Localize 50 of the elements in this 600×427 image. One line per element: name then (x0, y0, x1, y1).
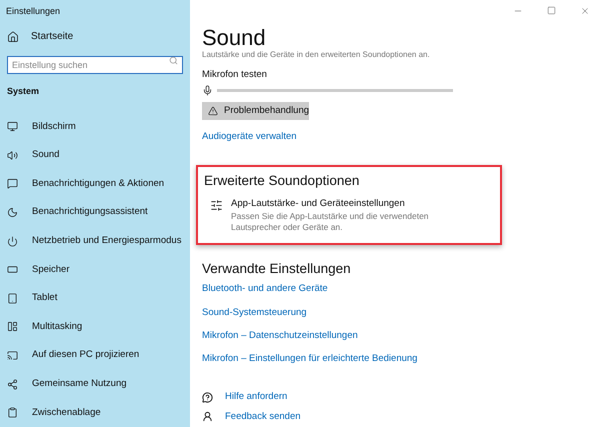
monitor-icon (7, 121, 18, 132)
sidebar-item[interactable]: Sound (0, 141, 190, 170)
microphone-icon (202, 85, 213, 96)
power-icon (7, 236, 18, 247)
home-icon[interactable] (7, 30, 19, 43)
maximize-icon[interactable] (547, 6, 556, 15)
sidebar-item[interactable]: Benachrichtigungsassistent (0, 198, 190, 227)
tablet-icon (7, 292, 18, 304)
search-icon[interactable] (169, 56, 178, 66)
sidebar-item[interactable]: Bildschirm (0, 112, 190, 142)
related-link[interactable]: Mikrofon – Datenschutzeinstellungen (202, 328, 358, 343)
sidebar-item[interactable]: Gemeinsame Nutzung (0, 370, 190, 398)
moon-icon (7, 207, 18, 218)
related-link[interactable]: Bluetooth- und andere Geräte (202, 282, 328, 296)
storage-icon (7, 264, 18, 276)
help-icon (202, 392, 213, 403)
section-heading: System (6, 84, 40, 98)
sidebar-item[interactable]: Speicher (0, 255, 190, 284)
sliders-icon[interactable] (210, 198, 223, 212)
manage-devices-link[interactable]: Audiogeräte verwalten (202, 130, 297, 144)
feedback-icon (202, 411, 213, 422)
window-title: Einstellungen (5, 5, 62, 18)
warning-icon (208, 106, 218, 116)
search-field[interactable]: Einstellung suchen (7, 56, 183, 74)
speaker-icon (7, 150, 18, 161)
app-volume-link[interactable]: App-Lautstärke- und Geräteeinstellungen (231, 196, 461, 211)
section-title: Verwandte Einstellungen (202, 260, 352, 278)
help-link[interactable]: Feedback senden (225, 410, 301, 424)
sidebar-item[interactable]: Benachrichtigungen & Aktionen (0, 170, 190, 198)
projector-icon (7, 350, 18, 361)
home-link[interactable]: Startseite (31, 29, 74, 44)
intro-text: Lautstärke und die Geräte in den erweiterten Soundoptionen an. (202, 50, 431, 60)
related-link[interactable]: Mikrofon – Einstellungen für erleichterte Bedienung (202, 352, 418, 366)
multitasking-icon (7, 321, 18, 332)
sidebar-item[interactable]: Zwischenablage (0, 398, 190, 427)
mic-test-label: Mikrofon testen (202, 68, 268, 82)
sidebar-item[interactable]: Auf diesen PC projizieren (0, 341, 190, 370)
sidebar-item[interactable]: Multitasking (0, 312, 190, 342)
sidebar-item[interactable]: Netzbetrieb und Energiesparmodus (0, 226, 190, 256)
share-icon (7, 378, 18, 390)
message-icon (7, 178, 18, 190)
sidebar-item[interactable]: Tablet (0, 284, 190, 313)
troubleshoot-button[interactable]: Problembehandlung (202, 102, 309, 120)
item-description: Passen Sie die App-Lautstärke und die verwendeten Lautsprecher oder Geräte an. (231, 211, 430, 233)
section-title: Erweiterte Soundoptionen (204, 172, 360, 190)
clipboard-icon (7, 407, 18, 418)
help-link[interactable]: Hilfe anfordern (225, 390, 288, 404)
page-title: Sound (202, 26, 267, 50)
close-icon[interactable] (580, 6, 590, 16)
related-link[interactable]: Sound-Systemsteuerung (202, 306, 307, 320)
